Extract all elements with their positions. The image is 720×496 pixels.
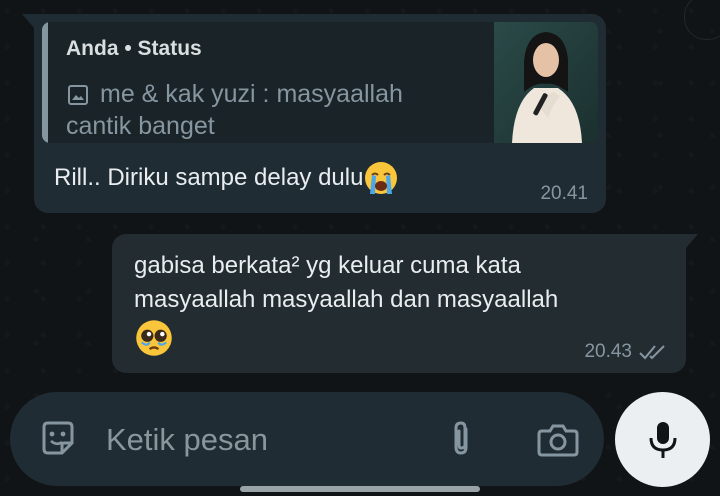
bubble-tail [22,14,34,28]
sticker-icon[interactable] [38,419,78,459]
outgoing-text-line-2: masyaallah masyaallah dan masyaallah [134,286,559,313]
message-composer[interactable] [10,392,604,486]
message-timestamp: 20.41 [540,183,588,204]
quoted-status-reply[interactable]: Anda • Status me & kak yuzi : masyaallah… [42,22,598,143]
incoming-message-bubble[interactable]: Anda • Status me & kak yuzi : masyaallah… [22,14,606,213]
quote-author: Anda • Status [66,37,202,60]
outgoing-message-bubble[interactable]: gabisa berkata² yg keluar cuma kata masy… [112,234,698,373]
outgoing-text-line-1: gabisa berkata² yg keluar cuma kata [134,252,521,279]
incoming-message-text: Rill.. Diriku sampe delay dulu [54,160,399,196]
message-input[interactable] [104,414,428,466]
double-check-icon [639,345,665,360]
status-photo [494,22,598,143]
bubble-tail [686,234,698,248]
paperclip-icon[interactable] [444,419,480,459]
pleading-face-icon [136,320,172,356]
quote-accent-bar [42,22,48,143]
message-timestamp: 20.43 [584,341,632,362]
image-icon [68,84,88,105]
incoming-text: Rill.. Diriku sampe delay dulu [54,164,364,191]
message-meta: 20.43 [584,341,668,363]
mic-button[interactable] [615,392,710,487]
status-thumbnail[interactable] [494,22,598,143]
quote-caption-line: me & kak yuzi : masyaallah [66,80,403,109]
quote-caption-text-2: cantik banget [66,112,215,140]
loudly-crying-face-icon [365,162,398,194]
mic-icon [649,421,676,458]
gesture-nav-bar[interactable] [240,486,480,492]
camera-icon[interactable] [536,419,580,459]
quote-caption-text-1: me & kak yuzi : masyaallah [100,80,403,108]
